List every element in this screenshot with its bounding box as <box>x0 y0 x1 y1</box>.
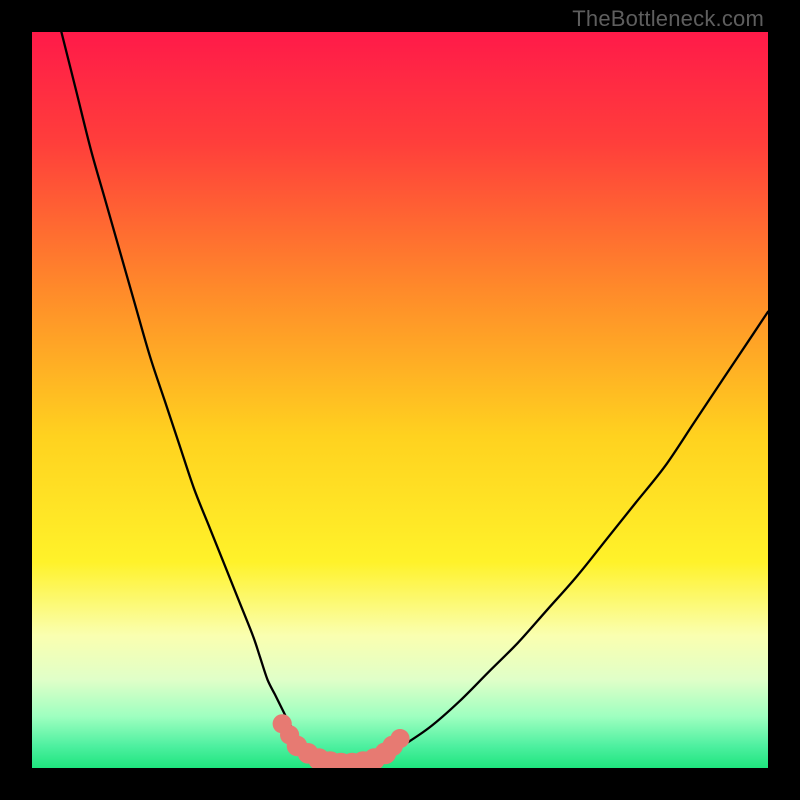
floor-beads <box>273 714 410 768</box>
plot-area <box>32 32 768 768</box>
bottleneck-curve <box>61 32 768 765</box>
chart-frame: TheBottleneck.com <box>0 0 800 800</box>
curve-layer <box>32 32 768 768</box>
floor-bead <box>390 729 409 748</box>
watermark-label: TheBottleneck.com <box>572 6 764 32</box>
